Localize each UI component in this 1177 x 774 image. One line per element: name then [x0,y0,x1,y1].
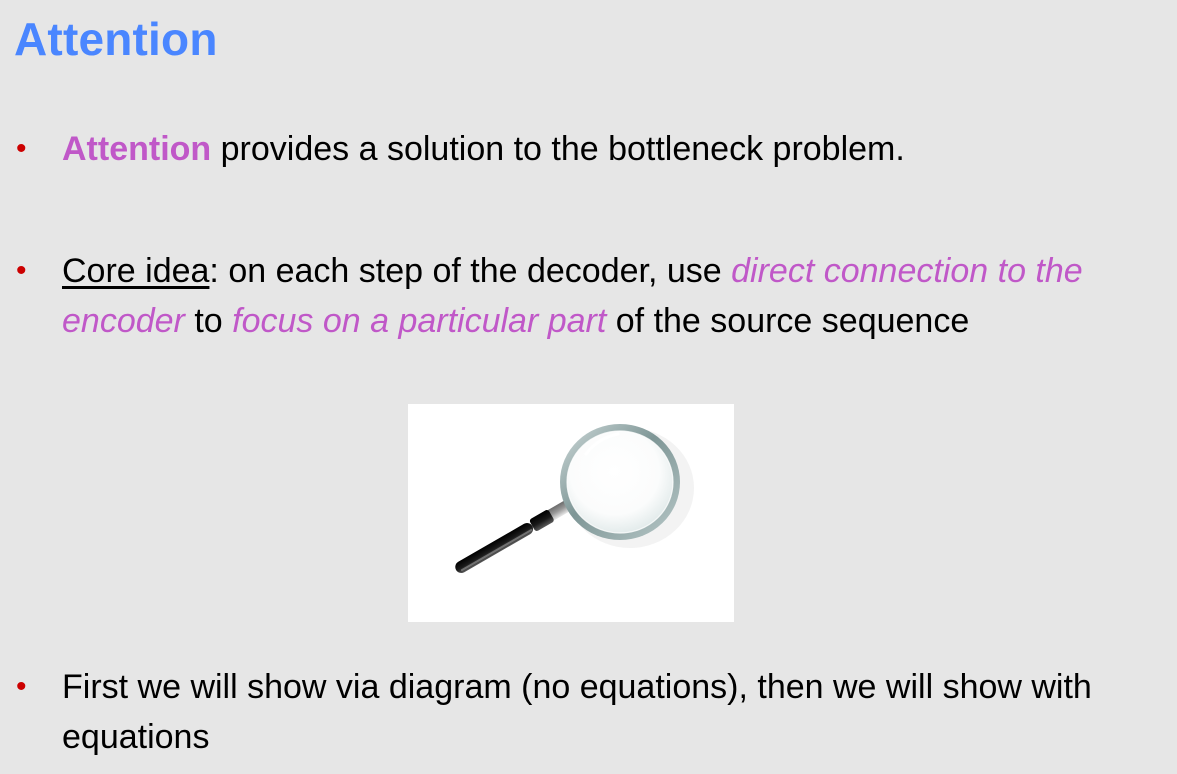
magnifying-glass-picture [408,404,734,622]
core-idea-label: Core idea [62,252,210,290]
bullet-marker: • [16,132,27,165]
bullet-marker: • [16,670,27,703]
bullet-marker: • [16,254,27,287]
bullet-2-part3: of the source sequence [606,302,970,340]
magnifying-glass-icon [455,424,694,573]
bullet-item-1: • Attention provides a solution to the b… [14,124,1169,174]
bullet-1-rest: provides a solution to the bottleneck pr… [211,130,905,168]
bullet-item-3: • First we will show via diagram (no equ… [14,662,1169,762]
bullet-text-2: Core idea: on each step of the decoder, … [62,246,1169,346]
focus-phrase: focus on a particular part [232,302,607,340]
bullet-text-1: Attention provides a solution to the bot… [62,124,1169,174]
slide-title: Attention [14,13,218,65]
attention-keyword: Attention [62,130,212,168]
bullet-2-part1: : on each step of the decoder, use [209,252,732,290]
bullet-2-part2: to [184,302,233,340]
bullet-item-2: • Core idea: on each step of the decoder… [14,246,1169,346]
bullet-text-3: First we will show via diagram (no equat… [62,668,1092,756]
slide: Attention • Attention provides a solutio… [0,0,1177,774]
